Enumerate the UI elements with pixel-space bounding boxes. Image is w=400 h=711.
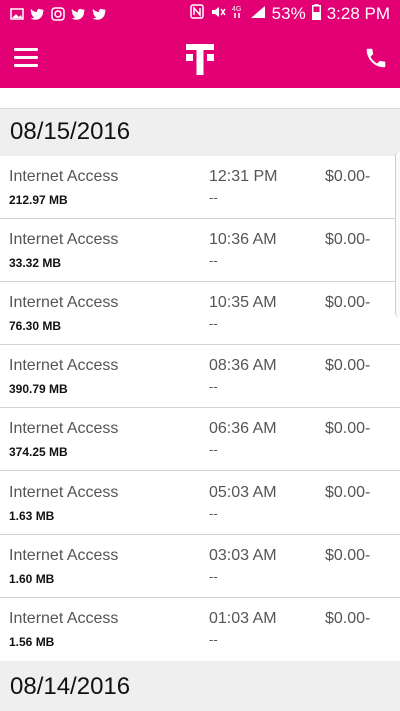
image-icon	[10, 7, 24, 21]
mute-icon	[210, 4, 226, 24]
app-bar	[0, 28, 400, 88]
usage-subtext: --	[209, 190, 218, 205]
usage-amount: $0.00-	[325, 294, 371, 311]
service-name: Internet Access	[9, 484, 119, 501]
scroll-edge	[395, 152, 400, 317]
usage-time: 10:35 AM	[209, 294, 277, 311]
service-name: Internet Access	[9, 294, 119, 311]
usage-row[interactable]: Internet Access 1.63 MB 05:03 AM -- $0.0…	[0, 472, 400, 535]
notification-icons	[10, 7, 107, 21]
data-size: 390.79 MB	[9, 382, 68, 396]
usage-row[interactable]: Internet Access 1.60 MB 03:03 AM -- $0.0…	[0, 535, 400, 598]
status-bar: 4G 53% 3:28 PM	[0, 0, 400, 28]
usage-row[interactable]: Internet Access 390.79 MB 08:36 AM -- $0…	[0, 345, 400, 408]
usage-row[interactable]: Internet Access 76.30 MB 10:35 AM -- $0.…	[0, 282, 400, 345]
service-name: Internet Access	[9, 547, 119, 564]
network-4g-icon: 4G	[232, 4, 244, 24]
usage-time: 12:31 PM	[209, 168, 278, 185]
usage-subtext: --	[209, 379, 218, 394]
data-size: 212.97 MB	[9, 193, 68, 207]
svg-text:4G: 4G	[232, 6, 241, 13]
usage-row[interactable]: Internet Access 33.32 MB 10:36 AM -- $0.…	[0, 219, 400, 282]
date-header: 08/15/2016	[0, 108, 400, 156]
section-date: 08/15/2016	[10, 118, 131, 145]
usage-time: 03:03 AM	[209, 547, 277, 564]
usage-amount: $0.00-	[325, 484, 371, 501]
usage-time: 10:36 AM	[209, 231, 277, 248]
data-size: 76.30 MB	[9, 319, 62, 333]
usage-subtext: --	[209, 569, 218, 584]
usage-subtext: --	[209, 253, 218, 268]
menu-icon[interactable]	[14, 48, 38, 68]
usage-amount: $0.00-	[325, 420, 371, 437]
usage-amount: $0.00-	[325, 168, 371, 185]
usage-row[interactable]: Internet Access 1.56 MB 01:03 AM -- $0.0…	[0, 598, 400, 661]
service-name: Internet Access	[9, 610, 119, 627]
usage-amount: $0.00-	[325, 357, 371, 374]
usage-subtext: --	[209, 442, 218, 457]
data-size: 374.25 MB	[9, 445, 68, 459]
usage-subtext: --	[209, 316, 218, 331]
service-name: Internet Access	[9, 420, 119, 437]
usage-amount: $0.00-	[325, 610, 371, 627]
usage-subtext: --	[209, 506, 218, 521]
status-time: 3:28 PM	[326, 4, 390, 23]
nfc-icon	[189, 4, 204, 24]
service-name: Internet Access	[9, 168, 119, 185]
date-header: 08/14/2016	[0, 661, 400, 711]
data-size: 33.32 MB	[9, 256, 62, 270]
data-size: 1.56 MB	[9, 635, 55, 649]
usage-row[interactable]: Internet Access 374.25 MB 06:36 AM -- $0…	[0, 408, 400, 471]
data-size: 1.63 MB	[9, 509, 55, 523]
phone-icon[interactable]	[364, 46, 388, 70]
usage-row[interactable]: Internet Access 212.97 MB 12:31 PM -- $0…	[0, 156, 400, 219]
signal-icon	[250, 4, 266, 24]
data-size: 1.60 MB	[9, 572, 55, 586]
twitter-icon	[30, 8, 45, 21]
usage-time: 06:36 AM	[209, 420, 277, 437]
tmobile-logo-icon	[185, 42, 215, 76]
service-name: Internet Access	[9, 357, 119, 374]
twitter-icon	[92, 8, 107, 21]
usage-subtext: --	[209, 632, 218, 647]
usage-time: 08:36 AM	[209, 357, 277, 374]
twitter-icon	[71, 8, 86, 21]
service-name: Internet Access	[9, 231, 119, 248]
usage-time: 05:03 AM	[209, 484, 277, 501]
usage-amount: $0.00-	[325, 231, 371, 248]
battery-percent: 53%	[271, 4, 306, 23]
battery-icon	[311, 3, 321, 25]
spacer	[0, 88, 400, 108]
camera-icon	[51, 7, 65, 21]
section-date: 08/14/2016	[10, 673, 131, 700]
usage-time: 01:03 AM	[209, 610, 277, 627]
usage-amount: $0.00-	[325, 547, 371, 564]
